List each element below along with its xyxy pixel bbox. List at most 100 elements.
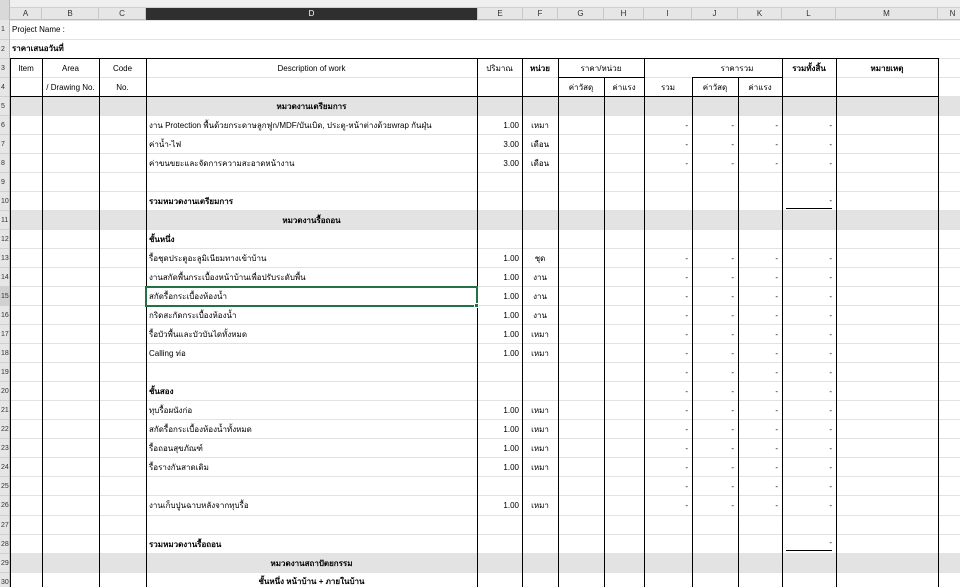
row-header[interactable]: 4 bbox=[0, 78, 9, 97]
dash-cell[interactable]: - bbox=[738, 292, 778, 302]
section-total-label[interactable]: รวมหมวดงานรื้อถอน bbox=[149, 540, 221, 550]
header-item[interactable]: Item bbox=[10, 64, 42, 74]
dash-cell[interactable]: - bbox=[738, 463, 778, 473]
section-title[interactable]: หมวดงานเตรียมการ bbox=[146, 102, 477, 112]
dash-cell[interactable]: - bbox=[692, 330, 734, 340]
unit-cell[interactable]: เหมา bbox=[522, 444, 558, 454]
header-code-sub[interactable]: No. bbox=[99, 83, 146, 93]
dash-cell[interactable]: - bbox=[738, 482, 778, 492]
dash-cell[interactable]: - bbox=[782, 425, 832, 435]
row-header[interactable]: 3 bbox=[0, 59, 9, 78]
description-cell[interactable]: รื้อบัวพื้นและบัวบันไดทั้งหมด bbox=[149, 330, 247, 340]
header-grand-total[interactable]: รวมทั้งสิ้น bbox=[782, 64, 836, 74]
unit-cell[interactable]: งาน bbox=[522, 292, 558, 302]
qty-cell[interactable]: 1.00 bbox=[477, 463, 519, 473]
dash-cell[interactable]: - bbox=[782, 463, 832, 473]
unit-cell[interactable]: เดือน bbox=[522, 140, 558, 150]
col-header-g[interactable]: G bbox=[558, 8, 604, 20]
dash-cell[interactable]: - bbox=[782, 254, 832, 264]
section-total-label[interactable]: รวมหมวดงานเตรียมการ bbox=[149, 197, 233, 207]
col-header-h[interactable]: H bbox=[604, 8, 644, 20]
description-cell[interactable]: ค่าขนขยะและจัดการความสะอาดหน้างาน bbox=[149, 159, 295, 169]
row-header[interactable]: 18 bbox=[0, 344, 9, 363]
qty-cell[interactable]: 1.00 bbox=[477, 273, 519, 283]
dash-cell[interactable]: - bbox=[782, 121, 832, 131]
row-header[interactable]: 12 bbox=[0, 230, 9, 249]
header-code[interactable]: Code bbox=[99, 64, 146, 74]
row-header[interactable]: 21 bbox=[0, 401, 9, 420]
header-area-sub[interactable]: / Drawing No. bbox=[42, 83, 99, 93]
row-header[interactable]: 17 bbox=[0, 325, 9, 344]
col-header-c[interactable]: C bbox=[99, 8, 146, 20]
dash-cell[interactable]: - bbox=[692, 387, 734, 397]
dash-cell[interactable]: - bbox=[644, 121, 688, 131]
qty-cell[interactable]: 3.00 bbox=[477, 140, 519, 150]
row-header[interactable]: 24 bbox=[0, 458, 9, 477]
col-header-i[interactable]: I bbox=[644, 8, 692, 20]
dash-cell[interactable]: - bbox=[644, 444, 688, 454]
dash-cell[interactable]: - bbox=[782, 387, 832, 397]
dash-cell[interactable]: - bbox=[644, 254, 688, 264]
header-description[interactable]: Description of work bbox=[146, 64, 477, 74]
row-header[interactable]: 1 bbox=[0, 20, 9, 40]
dash-cell[interactable]: - bbox=[644, 330, 688, 340]
header-unit-price[interactable]: ราคา/หน่วย bbox=[558, 64, 644, 74]
dash-cell[interactable]: - bbox=[692, 349, 734, 359]
dash-cell[interactable]: - bbox=[782, 292, 832, 302]
qty-cell[interactable]: 1.00 bbox=[477, 425, 519, 435]
header-labor-2[interactable]: ค่าแรง bbox=[738, 83, 782, 93]
row-header[interactable]: 25 bbox=[0, 477, 9, 496]
dash-cell[interactable]: - bbox=[782, 159, 832, 169]
dash-cell[interactable]: - bbox=[692, 463, 734, 473]
description-cell[interactable]: รื้อถอนสุขภัณฑ์ bbox=[149, 444, 203, 454]
header-qty[interactable]: ปริมาณ bbox=[477, 64, 522, 74]
spreadsheet-grid[interactable]: Project Name : ราคาเสนอวันที่ Item Area … bbox=[10, 20, 960, 587]
section-total-value[interactable]: - bbox=[782, 196, 832, 206]
dash-cell[interactable]: - bbox=[692, 140, 734, 150]
qty-cell[interactable]: 1.00 bbox=[477, 349, 519, 359]
qty-cell[interactable]: 1.00 bbox=[477, 406, 519, 416]
dash-cell[interactable]: - bbox=[738, 254, 778, 264]
row-header[interactable]: 16 bbox=[0, 306, 9, 325]
unit-cell[interactable]: งาน bbox=[522, 311, 558, 321]
header-sum[interactable]: รวม bbox=[644, 83, 692, 93]
section-title[interactable]: หมวดงานสถาปัตยกรรม bbox=[146, 559, 477, 569]
unit-cell[interactable]: เหมา bbox=[522, 501, 558, 511]
row-header[interactable]: 28 bbox=[0, 535, 9, 554]
dash-cell[interactable]: - bbox=[738, 501, 778, 511]
header-total-price[interactable]: ราคารวม bbox=[692, 64, 782, 74]
dash-cell[interactable]: - bbox=[738, 159, 778, 169]
dash-cell[interactable]: - bbox=[644, 311, 688, 321]
row-header[interactable]: 2 bbox=[0, 40, 9, 59]
row-header[interactable]: 5 bbox=[0, 97, 9, 116]
select-all-corner[interactable] bbox=[0, 0, 10, 20]
dash-cell[interactable]: - bbox=[644, 387, 688, 397]
dash-cell[interactable]: - bbox=[782, 330, 832, 340]
dash-cell[interactable]: - bbox=[782, 311, 832, 321]
row-header-selected[interactable]: 15 bbox=[0, 287, 9, 306]
unit-cell[interactable]: เหมา bbox=[522, 121, 558, 131]
quote-date-label[interactable]: ราคาเสนอวันที่ bbox=[12, 44, 64, 54]
dash-cell[interactable]: - bbox=[738, 140, 778, 150]
qty-cell[interactable]: 1.00 bbox=[477, 330, 519, 340]
col-header-b[interactable]: B bbox=[42, 8, 99, 20]
description-cell[interactable]: สกัดรื้อกระเบื้องห้องน้ำทั้งหมด bbox=[149, 425, 252, 435]
row-header[interactable]: 6 bbox=[0, 116, 9, 135]
col-header-d[interactable]: D bbox=[146, 8, 478, 20]
dash-cell[interactable]: - bbox=[692, 425, 734, 435]
section-total-value[interactable]: - bbox=[782, 538, 832, 548]
dash-cell[interactable]: - bbox=[692, 444, 734, 454]
dash-cell[interactable]: - bbox=[782, 501, 832, 511]
dash-cell[interactable]: - bbox=[782, 349, 832, 359]
dash-cell[interactable]: - bbox=[738, 273, 778, 283]
unit-cell[interactable]: เหมา bbox=[522, 406, 558, 416]
dash-cell[interactable]: - bbox=[644, 140, 688, 150]
dash-cell[interactable]: - bbox=[692, 292, 734, 302]
qty-cell[interactable]: 1.00 bbox=[477, 292, 519, 302]
unit-cell[interactable]: เหมา bbox=[522, 330, 558, 340]
unit-cell[interactable]: ชุด bbox=[522, 254, 558, 264]
subsection-title[interactable]: ชั้นหนึ่ง หน้าบ้าน + ภายในบ้าน bbox=[146, 577, 477, 587]
col-header-f[interactable]: F bbox=[523, 8, 558, 20]
dash-cell[interactable]: - bbox=[692, 159, 734, 169]
dash-cell[interactable]: - bbox=[782, 140, 832, 150]
